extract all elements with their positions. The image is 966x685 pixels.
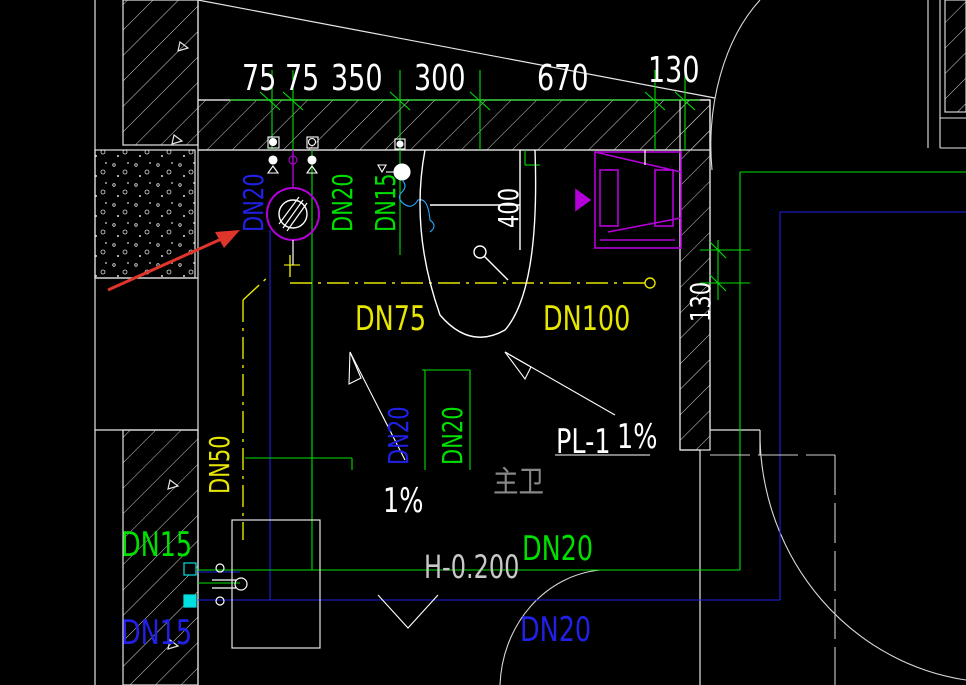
label-dn20-green-mid: DN20 bbox=[436, 406, 469, 465]
dim-75-a: 75 bbox=[242, 56, 276, 99]
drainage-pipes bbox=[242, 255, 650, 540]
label-dn15-green-left: DN15 bbox=[121, 525, 192, 565]
fixtures-lower-left bbox=[183, 519, 321, 649]
label-slope-floor: 1% bbox=[383, 481, 423, 521]
water-heater-icon bbox=[575, 151, 682, 249]
plumbing-floor-plan: 75 75 350 300 670 130 400 130 DN20 DN20 … bbox=[94, 0, 966, 685]
label-dn20-green-top: DN20 bbox=[326, 173, 359, 232]
label-dn15-blue-left: DN15 bbox=[121, 613, 192, 653]
floor-drain-icon bbox=[644, 277, 656, 289]
wall-hatch-right bbox=[679, 99, 711, 451]
wall-detail-top-right bbox=[927, 0, 966, 149]
label-dn75: DN75 bbox=[355, 299, 426, 339]
label-room-name: 主卫 bbox=[493, 464, 544, 500]
label-elevation: H-0.200 bbox=[424, 549, 519, 586]
label-slope-pl: 1% bbox=[617, 417, 657, 457]
label-dn20-green-bottom: DN20 bbox=[522, 529, 593, 569]
dim-350: 350 bbox=[331, 56, 383, 99]
dim-300: 300 bbox=[414, 56, 466, 99]
label-dn50: DN50 bbox=[203, 435, 236, 494]
dim-75-b: 75 bbox=[285, 56, 319, 99]
label-dn20-blue-bottom: DN20 bbox=[520, 610, 591, 650]
dim-130-right: 130 bbox=[684, 282, 717, 322]
dim-670: 670 bbox=[537, 56, 589, 99]
label-dn15-green-top: DN15 bbox=[369, 173, 402, 232]
label-dn20-blue-mid: DN20 bbox=[382, 406, 415, 465]
label-dn100: DN100 bbox=[543, 299, 630, 339]
label-pl1: PL-1 bbox=[556, 422, 611, 462]
label-dn20-blue-top: DN20 bbox=[237, 173, 270, 232]
wall-hatch-top-left bbox=[122, 0, 199, 146]
toilet-icon bbox=[419, 149, 537, 338]
dim-130: 130 bbox=[648, 48, 700, 91]
dim-400: 400 bbox=[492, 188, 525, 228]
